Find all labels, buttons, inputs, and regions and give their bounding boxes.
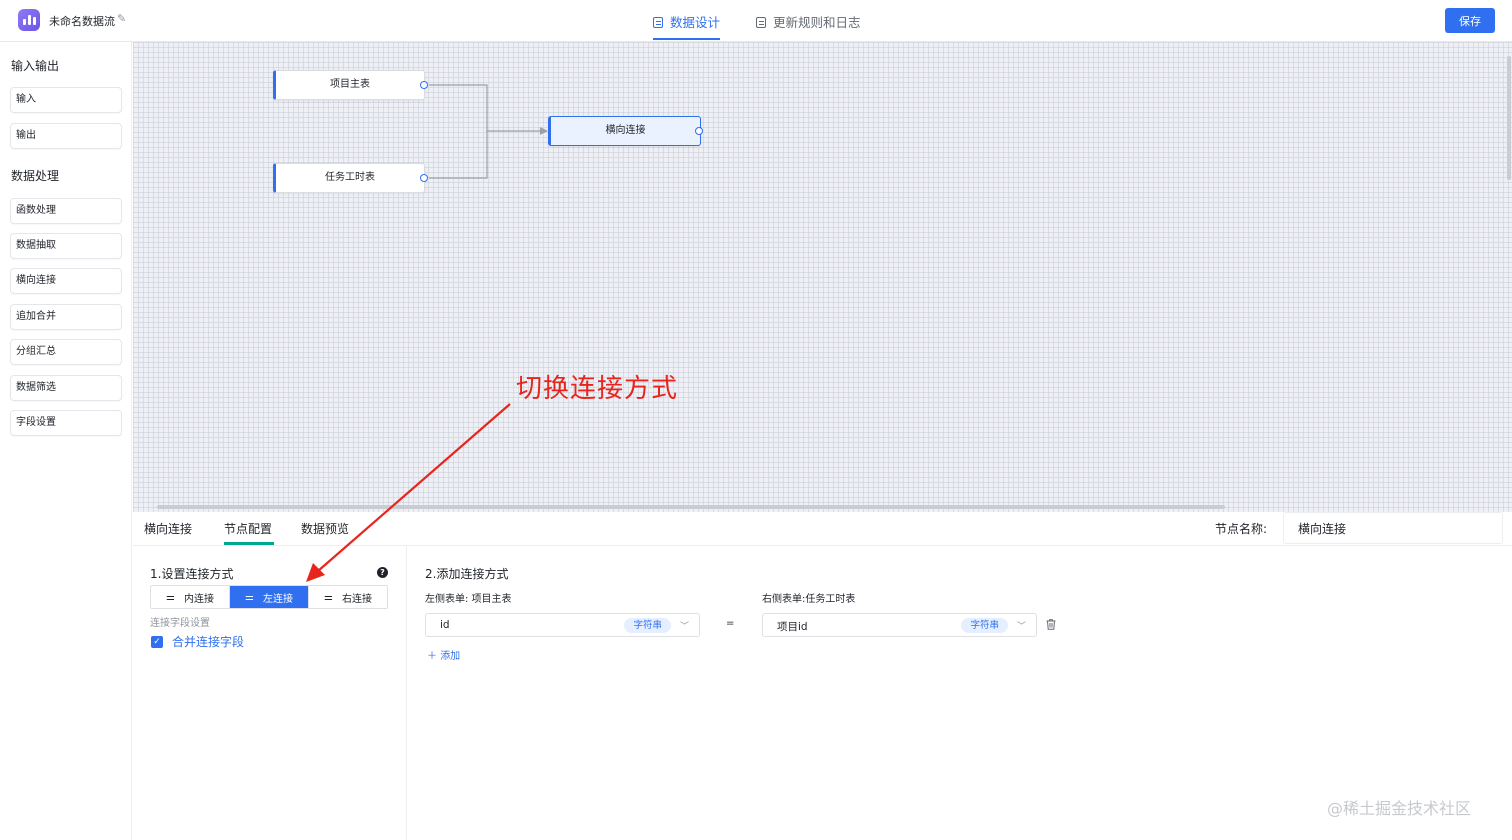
question-circle-icon[interactable]: ? — [377, 567, 388, 578]
join-field-settings-label: 连接字段设置 — [150, 618, 210, 629]
edge-main-to-join — [429, 84, 546, 132]
flow-node-task-hours[interactable]: 任务工时表 — [273, 163, 425, 193]
edge-layer — [429, 84, 548, 179]
join-type-segmented: ⚌ 内连接 ⚌ 左连接 ⚌ 右连接 — [150, 585, 388, 609]
node-label: 任务工时表 — [325, 172, 375, 183]
right-field-select[interactable]: 项目id 字符串 ﹀ — [762, 613, 1037, 637]
inner-join-button[interactable]: ⚌ 内连接 — [151, 586, 230, 608]
tab-data-preview[interactable]: 数据预览 — [301, 520, 349, 537]
node-palette-sidebar: 输入输出 输入 输出 数据处理 函数处理 数据抽取 横向连接 追加合并 分组汇总… — [0, 42, 132, 840]
section-title-io: 输入输出 — [11, 59, 60, 73]
bar-chart-icon — [18, 9, 40, 31]
palette-item-function[interactable]: 函数处理 — [10, 198, 122, 224]
join-condition-title: 2.添加连接方式 — [425, 567, 509, 581]
top-header: 未命名数据流 ✎ 数据设计 更新规则和日志 保存 — [0, 0, 1512, 42]
sliders-icon: ⚌ — [245, 591, 254, 603]
flow-canvas[interactable]: 项目主表 任务工时表 横向连接 — [133, 42, 1512, 512]
sliders-icon: ⚌ — [324, 591, 333, 603]
flow-node-project-main[interactable]: 项目主表 — [273, 70, 425, 100]
output-port[interactable] — [420, 81, 428, 89]
trash-icon[interactable] — [1046, 619, 1056, 630]
horizontal-scrollbar[interactable] — [157, 505, 1225, 509]
left-field-value: id — [440, 619, 450, 631]
edge-arrowhead — [540, 127, 548, 135]
annotation-label: 切换连接方式 — [516, 374, 679, 404]
section-title-processing: 数据处理 — [11, 169, 60, 183]
vertical-scrollbar[interactable] — [1507, 56, 1511, 180]
app-title: 未命名数据流 — [49, 15, 115, 28]
chevron-down-icon: ﹀ — [1016, 622, 1026, 632]
right-join-button[interactable]: ⚌ 右连接 — [309, 586, 387, 608]
file-icon — [756, 17, 766, 28]
doc-icon — [653, 17, 663, 28]
merge-fields-checkbox[interactable]: ✓ — [151, 636, 163, 648]
palette-item-append[interactable]: 追加合并 — [10, 304, 122, 330]
join-type-title: 1.设置连接方式 — [150, 567, 234, 581]
field-type-badge: 字符串 — [624, 618, 671, 633]
palette-item-field-settings[interactable]: 字段设置 — [10, 410, 122, 436]
right-field-value: 项目id — [777, 621, 808, 633]
palette-item-input[interactable]: 输入 — [10, 87, 122, 113]
left-field-select[interactable]: id 字符串 ﹀ — [425, 613, 700, 637]
save-button[interactable]: 保存 — [1445, 8, 1495, 33]
field-type-badge: 字符串 — [961, 618, 1008, 633]
sliders-icon: ⚌ — [166, 591, 175, 603]
palette-item-extract[interactable]: 数据抽取 — [10, 233, 122, 259]
node-name-input[interactable] — [1283, 512, 1503, 544]
right-table-label: 右侧表单:任务工时表 — [762, 594, 856, 605]
tab-node-config[interactable]: 节点配置 — [224, 520, 272, 537]
pencil-icon[interactable]: ✎ — [117, 12, 126, 25]
node-label: 项目主表 — [330, 79, 370, 90]
config-tab-bar: 横向连接 节点配置 数据预览 节点名称: — [133, 512, 1512, 546]
add-condition-button[interactable]: ＋ 添加 — [427, 647, 460, 662]
palette-item-output[interactable]: 输出 — [10, 123, 122, 149]
merge-fields-label[interactable]: 合并连接字段 — [172, 633, 244, 650]
tab-node-type[interactable]: 横向连接 — [144, 520, 192, 537]
chevron-down-icon: ﹀ — [679, 622, 689, 632]
config-tab-indicator — [224, 542, 274, 545]
tab-update-rules-log[interactable]: 更新规则和日志 — [756, 12, 861, 42]
equals-sign: = — [726, 618, 735, 629]
watermark: @稀土掘金技术社区 — [1327, 799, 1472, 818]
palette-item-group[interactable]: 分组汇总 — [10, 339, 122, 365]
palette-item-join[interactable]: 横向连接 — [10, 268, 122, 294]
output-port[interactable] — [695, 127, 703, 135]
flow-node-horizontal-join[interactable]: 横向连接 — [548, 116, 701, 146]
edge-task-to-join — [429, 131, 488, 179]
node-label: 横向连接 — [605, 125, 646, 136]
left-join-button[interactable]: ⚌ 左连接 — [230, 586, 309, 608]
output-port[interactable] — [420, 174, 428, 182]
tab-active-indicator — [653, 38, 720, 40]
join-type-panel: 1.设置连接方式 ? ⚌ 内连接 ⚌ 左连接 ⚌ 右连接 连接字段设置 ✓ 合并连接字… — [133, 546, 407, 840]
left-table-label: 左侧表单: 项目主表 — [425, 594, 512, 605]
palette-item-filter[interactable]: 数据筛选 — [10, 375, 122, 401]
node-name-label: 节点名称: — [1215, 522, 1268, 536]
